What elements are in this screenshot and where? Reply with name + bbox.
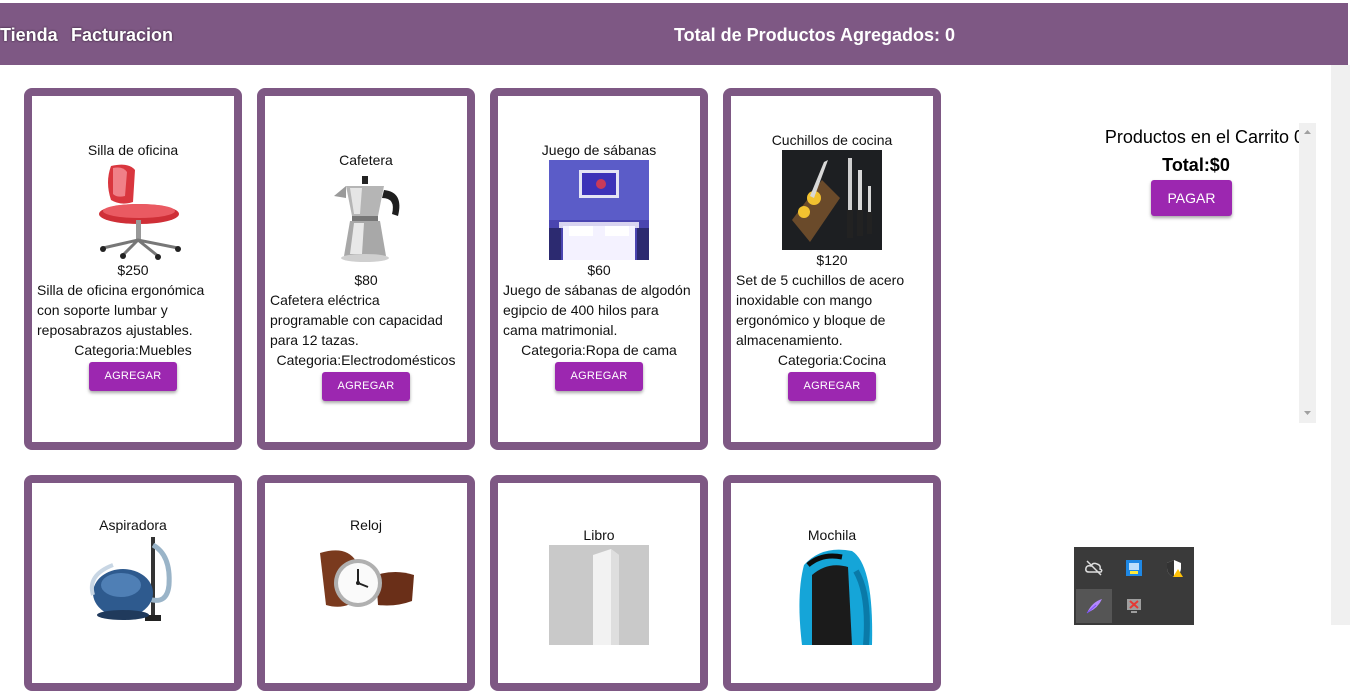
add-to-cart-button[interactable]: AGREGAR [788,372,876,401]
book-image [549,545,649,645]
cart-total: Total:$0 [1162,155,1230,175]
security-shield-icon[interactable] [1156,551,1192,585]
product-card: Reloj [257,475,475,691]
display-error-icon[interactable] [1116,589,1152,623]
add-to-cart-button[interactable]: AGREGAR [89,362,177,391]
product-name: Libro [583,527,615,543]
coffee-maker-image [316,170,416,270]
product-description: Silla de oficina ergonómica con soporte … [37,282,205,338]
product-name: Aspiradora [99,517,167,533]
add-to-cart-button[interactable]: AGREGAR [555,362,643,391]
office-chair-image [83,160,183,260]
product-price: $120 [816,252,848,268]
vacuum-cleaner-image [83,535,183,635]
nav-link-facturacion[interactable]: Facturacion [71,25,173,46]
feather-pen-icon[interactable] [1076,589,1112,623]
scroll-down-arrow-icon [1304,411,1311,415]
cart-panel: Productos en el Carrito 0 Total:$0 PAGAR [1078,123,1315,423]
product-description: Juego de sábanas de algodón egipcio de 4… [503,282,691,338]
page-scrollbar[interactable] [1331,65,1350,625]
product-name: Cafetera [339,152,393,168]
navbar: Tienda Facturacion Total de Productos Ag… [0,3,1348,65]
product-name: Juego de sábanas [541,142,657,158]
product-card: Juego de sábanas $60 Juego de sábanas de… [490,88,708,450]
nav-link-tienda[interactable]: Tienda [0,25,58,46]
product-name: Mochila [807,527,857,543]
product-card: Aspiradora [24,475,242,691]
network-config-icon[interactable] [1116,551,1152,585]
product-card: Mochila [723,475,941,691]
product-card: Libro [490,475,708,691]
product-description: Cafetera eléctrica programable con capac… [270,292,443,348]
product-category: Categoria:Muebles [74,342,192,358]
products-added-counter: Total de Productos Agregados: 0 [674,25,956,45]
add-to-cart-button[interactable]: AGREGAR [322,372,410,401]
bed-sheets-image [549,160,649,260]
kitchen-knives-image [782,150,882,250]
product-card: Cuchillos de cocina $120 Set de 5 cuchil… [723,88,941,450]
backpack-image [782,545,882,645]
product-category: Categoria:Ropa de cama [521,342,677,358]
product-price: $250 [117,262,149,278]
product-name: Silla de oficina [87,142,179,158]
product-name: Reloj [350,517,382,533]
cart-scrollbar[interactable] [1299,123,1316,423]
product-card: Silla de oficina $250 Silla de oficina e… [24,88,242,450]
product-description: Set de 5 cuchillos de acero inoxidable c… [736,272,905,348]
product-category: Categoria:Electrodomésticos [276,352,456,368]
product-price: $60 [587,262,611,278]
system-tray-popup [1074,547,1194,625]
product-category: Categoria:Cocina [777,352,887,368]
cart-title: Productos en el Carrito 0 [1104,127,1304,147]
scroll-up-arrow-icon [1304,130,1311,134]
product-price: $80 [354,272,378,288]
cloud-offline-icon[interactable] [1076,551,1112,585]
wristwatch-image [316,535,416,635]
pay-button[interactable]: PAGAR [1151,180,1232,216]
product-name: Cuchillos de cocina [771,132,893,148]
product-card: Cafetera $80 Cafetera eléctrica programa… [257,88,475,450]
